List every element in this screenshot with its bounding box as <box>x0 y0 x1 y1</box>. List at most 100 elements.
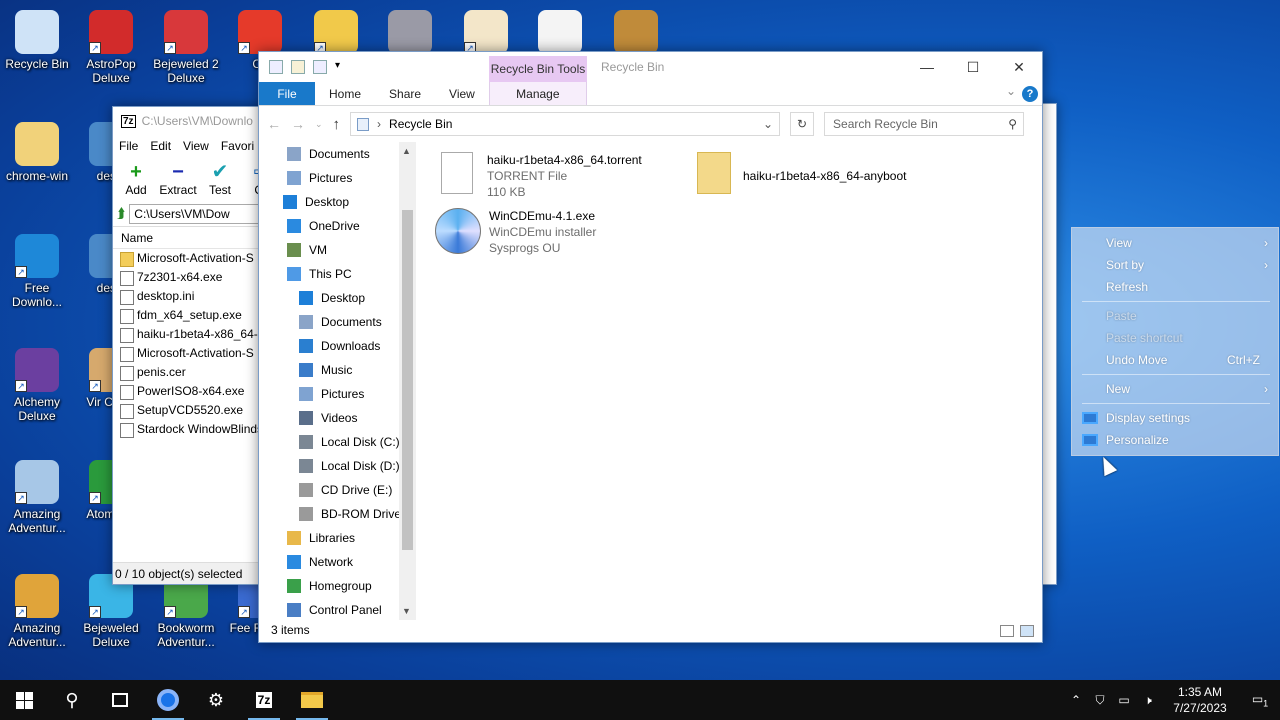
7zip-menu-file[interactable]: File <box>119 139 138 153</box>
nav-item[interactable]: VM <box>259 238 415 262</box>
nav-item[interactable]: OneDrive <box>259 214 415 238</box>
breadcrumb[interactable]: Recycle Bin <box>389 117 452 131</box>
back-arrow-icon[interactable]: ← <box>267 116 281 132</box>
scroll-up-icon[interactable]: ▲ <box>402 146 411 156</box>
nav-item[interactable]: This PC <box>259 262 415 286</box>
breadcrumb-separator-icon[interactable]: › <box>377 117 381 131</box>
menu-item-paste[interactable]: Paste <box>1072 305 1278 327</box>
nav-item[interactable]: Desktop <box>259 190 415 214</box>
explorer-titlebar[interactable]: ▾ Recycle Bin Tools Recycle Bin — ☐ ✕ <box>259 52 1042 82</box>
desktop-icon[interactable]: ↗ Free Downlo... <box>0 234 74 309</box>
search-input[interactable]: Search Recycle Bin ⚲ <box>824 112 1025 136</box>
nav-item[interactable]: Documents <box>259 310 415 334</box>
close-icon[interactable]: ✕ <box>996 52 1042 82</box>
tab-share[interactable]: Share <box>375 82 435 105</box>
nav-item[interactable]: Documents <box>259 142 415 166</box>
expand-ribbon-icon[interactable]: ⌄ <box>1006 84 1016 98</box>
scroll-thumb[interactable] <box>402 210 413 550</box>
desktop-icon[interactable] <box>373 10 447 57</box>
tab-file[interactable]: File <box>259 82 315 105</box>
menu-item-new[interactable]: New › <box>1072 378 1278 400</box>
network-icon[interactable]: ▭ <box>1112 693 1136 707</box>
nav-item[interactable]: Local Disk (D:) <box>259 454 415 478</box>
nav-item[interactable]: Local Disk (C:) <box>259 430 415 454</box>
folder-up-icon[interactable]: ⮭ <box>117 205 125 222</box>
properties-icon[interactable] <box>291 60 305 74</box>
tab-manage[interactable]: Manage <box>488 82 587 105</box>
menu-item-view[interactable]: View › <box>1072 232 1278 254</box>
maximize-icon[interactable]: ☐ <box>950 52 996 82</box>
desktop-icon[interactable]: ↗ AstroPop Deluxe <box>74 10 148 85</box>
desktop-icon[interactable]: ↗ Alchemy Deluxe <box>0 348 74 423</box>
7zip-logo-icon: 7z <box>121 114 136 128</box>
start-button[interactable] <box>0 680 48 720</box>
address-dropdown-icon[interactable]: ⌄ <box>763 117 773 131</box>
desktop-icon[interactable]: ↗ Amazing Adventur... <box>0 460 74 535</box>
nav-item[interactable]: Downloads <box>259 334 415 358</box>
desktop-icon[interactable]: chrome-win <box>0 122 74 183</box>
task-view-button[interactable] <box>96 680 144 720</box>
nav-item[interactable]: Pictures <box>259 382 415 406</box>
nav-item[interactable]: Music <box>259 358 415 382</box>
taskbar-file-explorer[interactable] <box>288 680 336 720</box>
desktop-icon[interactable]: ↗ Bejeweled 2 Deluxe <box>149 10 223 85</box>
help-icon[interactable]: ? <box>1022 86 1038 102</box>
menu-item-undo-move[interactable]: Undo Move Ctrl+Z <box>1072 349 1278 371</box>
details-view-icon[interactable] <box>1000 625 1014 637</box>
clock[interactable]: 1:35 AM 7/27/2023 <box>1160 684 1240 716</box>
taskbar-chrome[interactable] <box>144 680 192 720</box>
shield-icon[interactable]: ⛉ <box>1088 693 1112 708</box>
7zip-menu-view[interactable]: View <box>183 139 209 153</box>
nav-item[interactable]: BD-ROM Drive <box>259 502 415 526</box>
7zip-menu-favorites[interactable]: Favori <box>221 139 254 153</box>
navigation-scrollbar[interactable]: ▲ ▼ <box>399 142 416 620</box>
desktop-icon[interactable]: ↗ <box>299 10 373 57</box>
desktop-icon[interactable] <box>523 10 597 57</box>
up-arrow-icon[interactable]: ↑ <box>333 116 341 133</box>
file-item-wincdemu[interactable]: WinCDEmu-4.1.exe WinCDEmu installer Sysp… <box>435 208 596 256</box>
desktop-icon[interactable]: ↗ Bejeweled Deluxe <box>74 574 148 649</box>
7zip-add-button[interactable]: + Add <box>119 161 153 197</box>
7zip-menu-edit[interactable]: Edit <box>150 139 171 153</box>
new-folder-icon[interactable] <box>313 60 327 74</box>
recycle-bin-tools-tab[interactable]: Recycle Bin Tools <box>489 56 587 82</box>
desktop-icon[interactable] <box>599 10 673 57</box>
menu-item-paste-shortcut[interactable]: Paste shortcut <box>1072 327 1278 349</box>
refresh-icon[interactable]: ↻ <box>790 112 815 136</box>
nav-item[interactable]: Libraries <box>259 526 415 550</box>
7zip-test-button[interactable]: ✔ Test <box>203 161 237 197</box>
tab-view[interactable]: View <box>435 82 489 105</box>
nav-item[interactable]: Homegroup <box>259 574 415 598</box>
scroll-down-icon[interactable]: ▼ <box>402 606 411 616</box>
tiles-view-icon[interactable] <box>1020 625 1034 637</box>
forward-arrow-icon[interactable]: → <box>291 116 305 132</box>
minimize-icon[interactable]: — <box>904 52 950 82</box>
nav-item[interactable]: Videos <box>259 406 415 430</box>
menu-item-refresh[interactable]: Refresh <box>1072 276 1278 298</box>
desktop-icon[interactable]: ↗ Bookworm Adventur... <box>149 574 223 649</box>
menu-item-display-settings[interactable]: Display settings <box>1072 407 1278 429</box>
nav-item[interactable]: CD Drive (E:) <box>259 478 415 502</box>
desktop-icon[interactable]: ↗ Amazing Adventur... <box>0 574 74 649</box>
7zip-extract-button[interactable]: − Extract <box>159 161 196 197</box>
notifications-icon[interactable]: ▭1 <box>1240 692 1280 708</box>
recent-locations-icon[interactable]: ⌄ <box>315 119 323 130</box>
chevron-up-icon[interactable]: ⌃ <box>1064 693 1088 707</box>
volume-icon[interactable]: 🕨 <box>1136 693 1160 708</box>
nav-item[interactable]: Desktop <box>259 286 415 310</box>
nav-item[interactable]: Network <box>259 550 415 574</box>
search-button[interactable]: ⚲ <box>48 680 96 720</box>
chevron-down-icon[interactable]: ▾ <box>335 60 349 74</box>
nav-item[interactable]: Control Panel <box>259 598 415 620</box>
menu-item-personalize[interactable]: Personalize <box>1072 429 1278 451</box>
tab-home[interactable]: Home <box>315 82 375 105</box>
address-bar[interactable]: › Recycle Bin ⌄ <box>350 112 781 136</box>
nav-item[interactable]: Pictures <box>259 166 415 190</box>
menu-item-sort-by[interactable]: Sort by › <box>1072 254 1278 276</box>
taskbar-7zip[interactable]: 7z <box>240 680 288 720</box>
file-item-torrent[interactable]: haiku-r1beta4-x86_64.torrent TORRENT Fil… <box>441 152 642 200</box>
file-item-anyboot[interactable]: haiku-r1beta4-x86_64-anyboot <box>697 152 906 194</box>
desktop-icon[interactable]: Recycle Bin <box>0 10 74 71</box>
taskbar-settings[interactable]: ⚙ <box>192 680 240 720</box>
desktop-icon[interactable]: ↗ <box>449 10 523 57</box>
